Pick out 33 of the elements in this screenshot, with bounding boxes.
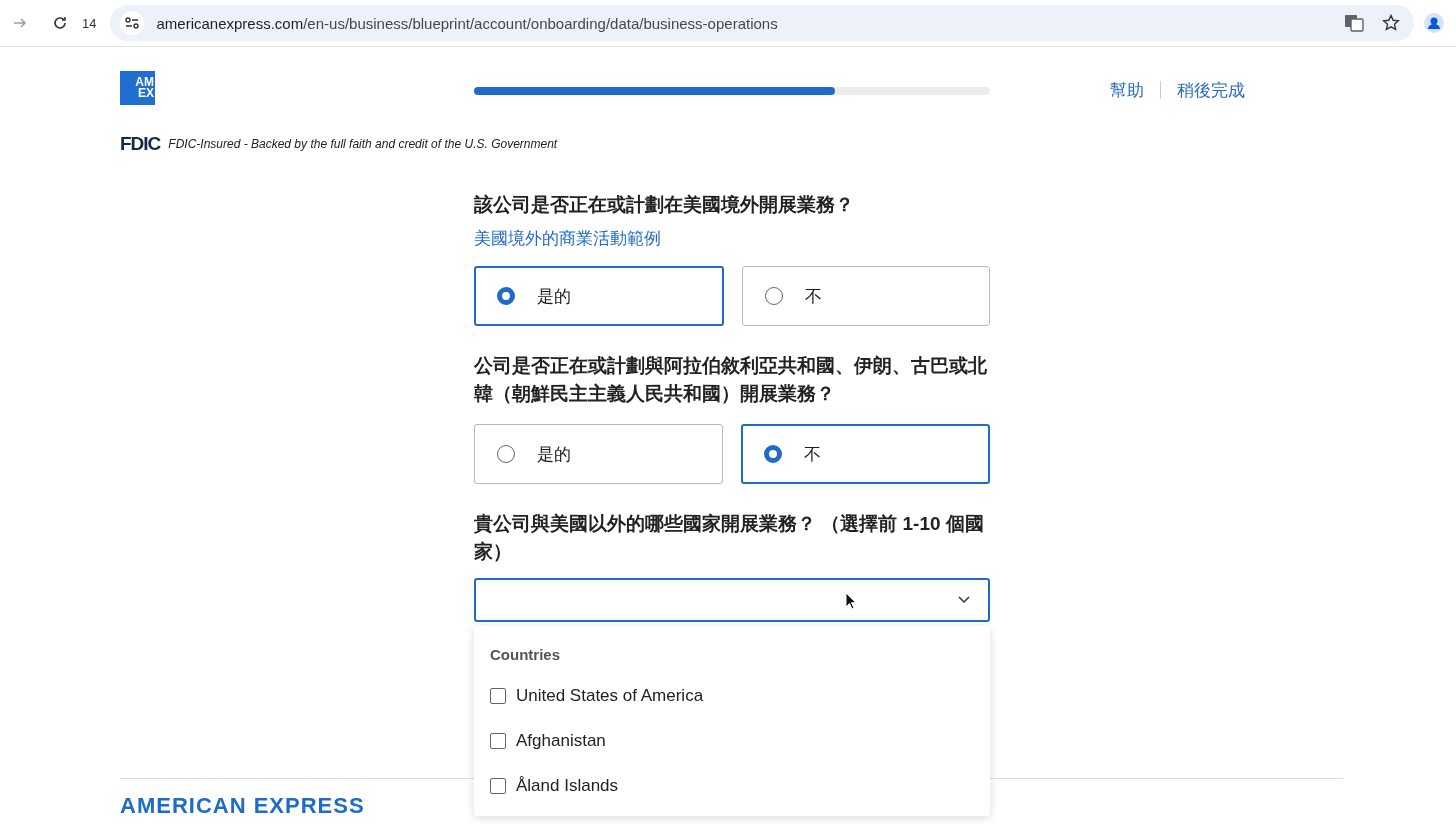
- profile-icon[interactable]: [1424, 13, 1444, 33]
- radio-option[interactable]: 不: [741, 266, 990, 326]
- url-text: americanexpress.com/en-us/business/blueprint/account/onboarding/data/business-operations: [156, 14, 779, 32]
- checkbox[interactable]: [490, 687, 506, 704]
- tab-count: 14: [82, 15, 97, 31]
- fdic-logo: FDIC: [120, 133, 161, 155]
- amex-logo[interactable]: AM EX: [120, 71, 155, 105]
- radio-option[interactable]: 不: [740, 424, 990, 484]
- question-text: 貴公司與美國以外的哪些國家開展業務？ （選擇前 1-10 個國家）: [474, 512, 985, 564]
- question-text: 公司是否正在或計劃與阿拉伯敘利亞共和國、伊朗、古巴或北韓（朝鮮民主主義人民共和國）開展業務？: [474, 354, 988, 406]
- radio-button[interactable]: [763, 445, 782, 463]
- checkbox[interactable]: [490, 777, 506, 794]
- country-option[interactable]: Åland Islands: [516, 775, 619, 796]
- mouse-cursor-icon: [845, 592, 857, 610]
- country-option[interactable]: Afghanistan: [516, 730, 606, 751]
- fdic-notice: FDIC-Insured - Backed by the full faith and credit of the U.S. Government: [168, 137, 558, 151]
- radio-option[interactable]: 是的: [474, 266, 724, 326]
- country-option[interactable]: United States of America: [516, 685, 704, 706]
- address-bar[interactable]: americanexpress.com/en-us/business/blueprint/account/onboarding/data/business-operations: [110, 5, 1414, 41]
- radio-button[interactable]: [497, 287, 515, 305]
- question-text: 該公司是否正在或計劃在美國境外開展業務？: [474, 193, 855, 217]
- country-select[interactable]: [474, 578, 990, 622]
- header-link[interactable]: 稍後完成: [1177, 78, 1245, 102]
- star-icon[interactable]: [1382, 14, 1400, 32]
- reload-icon[interactable]: [52, 15, 68, 31]
- header-link[interactable]: 幫助: [1110, 78, 1144, 102]
- chevron-down-icon: [958, 596, 970, 604]
- footer-brand-logo: AMERICAN EXPRESS: [120, 793, 365, 818]
- examples-link[interactable]: 美國境外的商業活動範例: [474, 227, 990, 250]
- checkbox[interactable]: [490, 732, 506, 749]
- group-heading: Countries: [490, 646, 561, 663]
- radio-option[interactable]: 是的: [474, 424, 723, 484]
- site-settings-icon[interactable]: [120, 11, 145, 35]
